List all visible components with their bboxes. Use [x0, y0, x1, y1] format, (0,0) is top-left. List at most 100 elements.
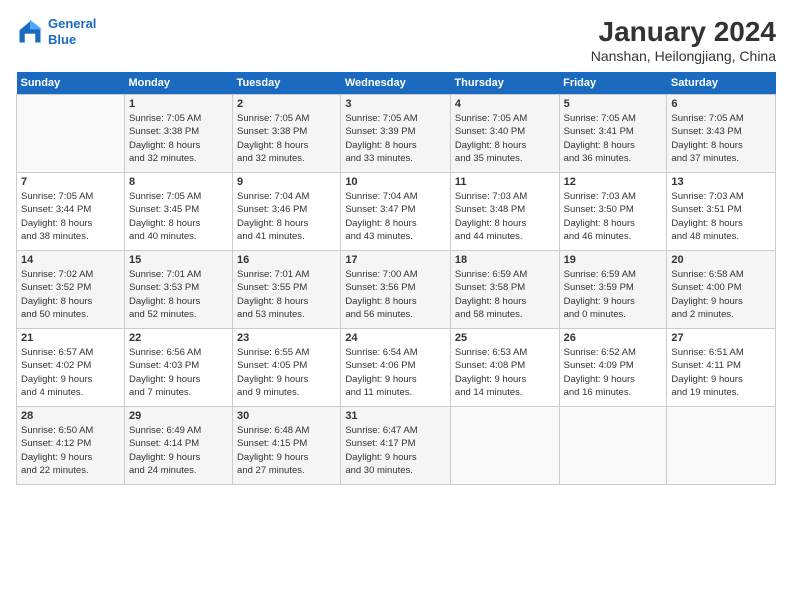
- day-number: 29: [129, 410, 228, 422]
- calendar-subtitle: Nanshan, Heilongjiang, China: [591, 48, 776, 64]
- header-row: Sunday Monday Tuesday Wednesday Thursday…: [17, 72, 776, 95]
- day-number: 10: [345, 176, 446, 188]
- day-cell: 8 Sunrise: 7:05 AMSunset: 3:45 PMDaylight…: [124, 173, 232, 251]
- week-row-4: 21 Sunrise: 6:57 AMSunset: 4:02 PMDayligh…: [17, 329, 776, 407]
- day-number: 6: [671, 98, 771, 110]
- day-cell: 13 Sunrise: 7:03 AMSunset: 3:51 PMDayligh…: [667, 173, 776, 251]
- day-cell: 16 Sunrise: 7:01 AMSunset: 3:55 PMDayligh…: [233, 251, 341, 329]
- day-cell: 18 Sunrise: 6:59 AMSunset: 3:58 PMDayligh…: [450, 251, 559, 329]
- day-cell: 17Sunrise: 7:00 AMSunset: 3:56 PMDayligh…: [341, 251, 451, 329]
- day-number: 7: [21, 176, 120, 188]
- day-number: 16: [237, 254, 336, 266]
- day-info: Sunrise: 7:05 AMSunset: 3:45 PMDaylight:…: [129, 190, 228, 243]
- logo: General Blue: [16, 16, 96, 47]
- day-number: 21: [21, 332, 120, 344]
- day-info: Sunrise: 6:51 AMSunset: 4:11 PMDaylight:…: [671, 346, 771, 399]
- day-number: 3: [345, 98, 446, 110]
- week-row-2: 7Sunrise: 7:05 AMSunset: 3:44 PMDaylight…: [17, 173, 776, 251]
- day-number: 26: [564, 332, 663, 344]
- day-info: Sunrise: 7:00 AMSunset: 3:56 PMDaylight:…: [345, 268, 446, 321]
- day-number: 27: [671, 332, 771, 344]
- day-info: Sunrise: 6:59 AMSunset: 3:59 PMDaylight:…: [564, 268, 663, 321]
- day-number: 15: [129, 254, 228, 266]
- week-row-3: 14 Sunrise: 7:02 AMSunset: 3:52 PMDayligh…: [17, 251, 776, 329]
- day-cell: 25 Sunrise: 6:53 AMSunset: 4:08 PMDayligh…: [450, 329, 559, 407]
- day-cell: 2 Sunrise: 7:05 AMSunset: 3:38 PMDaylight…: [233, 95, 341, 173]
- calendar-title: January 2024: [591, 16, 776, 48]
- day-number: 4: [455, 98, 555, 110]
- day-cell: 27 Sunrise: 6:51 AMSunset: 4:11 PMDayligh…: [667, 329, 776, 407]
- day-info: Sunrise: 6:49 AMSunset: 4:14 PMDaylight:…: [129, 424, 228, 477]
- day-info: Sunrise: 7:05 AMSunset: 3:38 PMDaylight:…: [237, 112, 336, 165]
- day-info: Sunrise: 7:03 AMSunset: 3:50 PMDaylight:…: [564, 190, 663, 243]
- day-info: Sunrise: 6:56 AMSunset: 4:03 PMDaylight:…: [129, 346, 228, 399]
- day-info: Sunrise: 7:03 AMSunset: 3:51 PMDaylight:…: [671, 190, 771, 243]
- day-cell: 10 Sunrise: 7:04 AMSunset: 3:47 PMDayligh…: [341, 173, 451, 251]
- day-cell: 11Sunrise: 7:03 AMSunset: 3:48 PMDayligh…: [450, 173, 559, 251]
- day-cell: 30 Sunrise: 6:48 AMSunset: 4:15 PMDayligh…: [233, 407, 341, 485]
- day-number: 5: [564, 98, 663, 110]
- day-info: Sunrise: 7:01 AMSunset: 3:55 PMDaylight:…: [237, 268, 336, 321]
- day-info: Sunrise: 6:54 AMSunset: 4:06 PMDaylight:…: [345, 346, 446, 399]
- day-number: 8: [129, 176, 228, 188]
- col-saturday: Saturday: [667, 72, 776, 95]
- calendar-page: General Blue January 2024 Nanshan, Heilo…: [0, 0, 792, 612]
- day-cell: 23Sunrise: 6:55 AMSunset: 4:05 PMDayligh…: [233, 329, 341, 407]
- day-number: 2: [237, 98, 336, 110]
- day-number: 28: [21, 410, 120, 422]
- day-number: 14: [21, 254, 120, 266]
- day-number: 20: [671, 254, 771, 266]
- day-cell: [667, 407, 776, 485]
- day-cell: 29 Sunrise: 6:49 AMSunset: 4:14 PMDayligh…: [124, 407, 232, 485]
- day-cell: 24 Sunrise: 6:54 AMSunset: 4:06 PMDayligh…: [341, 329, 451, 407]
- week-row-5: 28Sunrise: 6:50 AMSunset: 4:12 PMDayligh…: [17, 407, 776, 485]
- day-number: 24: [345, 332, 446, 344]
- day-cell: 5 Sunrise: 7:05 AMSunset: 3:41 PMDaylight…: [559, 95, 667, 173]
- day-number: 13: [671, 176, 771, 188]
- day-number: 18: [455, 254, 555, 266]
- day-cell: [450, 407, 559, 485]
- day-info: Sunrise: 7:02 AMSunset: 3:52 PMDaylight:…: [21, 268, 120, 321]
- logo-text: General Blue: [48, 16, 96, 47]
- day-cell: 6Sunrise: 7:05 AMSunset: 3:43 PMDaylight…: [667, 95, 776, 173]
- day-cell: 12 Sunrise: 7:03 AMSunset: 3:50 PMDayligh…: [559, 173, 667, 251]
- day-info: Sunrise: 6:52 AMSunset: 4:09 PMDaylight:…: [564, 346, 663, 399]
- calendar-table: Sunday Monday Tuesday Wednesday Thursday…: [16, 72, 776, 485]
- title-block: January 2024 Nanshan, Heilongjiang, Chin…: [591, 16, 776, 64]
- col-wednesday: Wednesday: [341, 72, 451, 95]
- day-cell: 7Sunrise: 7:05 AMSunset: 3:44 PMDaylight…: [17, 173, 125, 251]
- day-info: Sunrise: 7:04 AMSunset: 3:47 PMDaylight:…: [345, 190, 446, 243]
- day-info: Sunrise: 6:55 AMSunset: 4:05 PMDaylight:…: [237, 346, 336, 399]
- day-info: Sunrise: 6:57 AMSunset: 4:02 PMDaylight:…: [21, 346, 120, 399]
- day-number: 30: [237, 410, 336, 422]
- day-number: 19: [564, 254, 663, 266]
- col-thursday: Thursday: [450, 72, 559, 95]
- day-info: Sunrise: 6:48 AMSunset: 4:15 PMDaylight:…: [237, 424, 336, 477]
- day-info: Sunrise: 6:53 AMSunset: 4:08 PMDaylight:…: [455, 346, 555, 399]
- day-info: Sunrise: 7:05 AMSunset: 3:38 PMDaylight:…: [129, 112, 228, 165]
- day-number: 9: [237, 176, 336, 188]
- day-info: Sunrise: 7:05 AMSunset: 3:41 PMDaylight:…: [564, 112, 663, 165]
- page-header: General Blue January 2024 Nanshan, Heilo…: [16, 16, 776, 64]
- day-cell: 26 Sunrise: 6:52 AMSunset: 4:09 PMDayligh…: [559, 329, 667, 407]
- day-cell: 9 Sunrise: 7:04 AMSunset: 3:46 PMDaylight…: [233, 173, 341, 251]
- day-info: Sunrise: 6:59 AMSunset: 3:58 PMDaylight:…: [455, 268, 555, 321]
- day-info: Sunrise: 7:05 AMSunset: 3:40 PMDaylight:…: [455, 112, 555, 165]
- day-info: Sunrise: 7:04 AMSunset: 3:46 PMDaylight:…: [237, 190, 336, 243]
- day-info: Sunrise: 6:58 AMSunset: 4:00 PMDaylight:…: [671, 268, 771, 321]
- col-sunday: Sunday: [17, 72, 125, 95]
- day-info: Sunrise: 7:03 AMSunset: 3:48 PMDaylight:…: [455, 190, 555, 243]
- day-number: 25: [455, 332, 555, 344]
- day-info: Sunrise: 7:01 AMSunset: 3:53 PMDaylight:…: [129, 268, 228, 321]
- day-number: 1: [129, 98, 228, 110]
- col-friday: Friday: [559, 72, 667, 95]
- day-number: 22: [129, 332, 228, 344]
- day-number: 12: [564, 176, 663, 188]
- day-cell: 19 Sunrise: 6:59 AMSunset: 3:59 PMDayligh…: [559, 251, 667, 329]
- col-monday: Monday: [124, 72, 232, 95]
- day-cell: 28Sunrise: 6:50 AMSunset: 4:12 PMDayligh…: [17, 407, 125, 485]
- day-cell: 1 Sunrise: 7:05 AMSunset: 3:38 PMDaylight…: [124, 95, 232, 173]
- logo-icon: [16, 18, 44, 46]
- day-cell: 20 Sunrise: 6:58 AMSunset: 4:00 PMDayligh…: [667, 251, 776, 329]
- col-tuesday: Tuesday: [233, 72, 341, 95]
